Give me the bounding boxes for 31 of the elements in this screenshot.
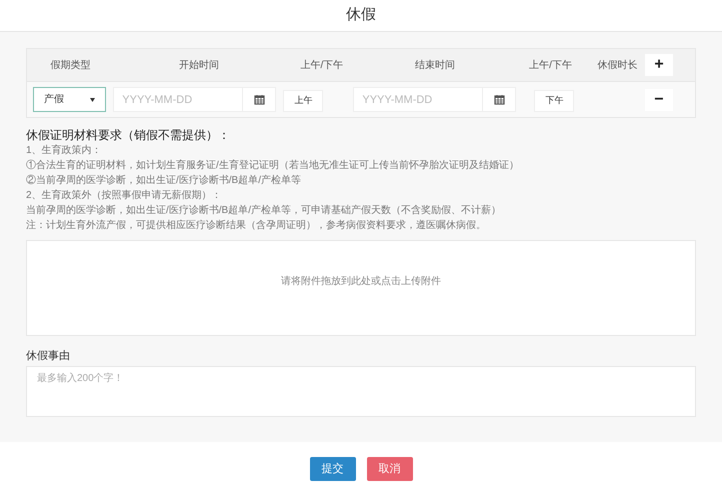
column-header: 结束时间 (414, 58, 456, 72)
column-header: 上午/下午 (299, 58, 344, 72)
period-button[interactable]: 下午 (534, 90, 574, 112)
requirement-text: 2、生育政策外（按照事假申请无薪假期）： (26, 188, 223, 203)
reason-field[interactable]: 最多输入200个字！ (26, 366, 696, 417)
leave-type-select[interactable]: 产假 (33, 87, 106, 112)
calendar-icon (494, 94, 505, 105)
submit-button[interactable]: 提交 (310, 457, 356, 481)
dropdown-caret-icon (90, 98, 95, 102)
column-header: 开始时间 (178, 58, 220, 72)
date-input[interactable]: YYYY-MM-DD (113, 87, 244, 112)
period-button[interactable]: 上午 (283, 90, 324, 112)
upload-hint: 请将附件拖放到此处或点击上传附件 (281, 274, 441, 288)
calendar-icon (254, 94, 265, 105)
add-row-button[interactable]: + (645, 54, 673, 76)
requirement-text: 1、生育政策内： (26, 144, 103, 158)
requirement-text: 注：计划生育外流产假，可提供相应医疗诊断结果（含孕周证明），参考病假资料要求，遵医嘱休病假。 (26, 218, 487, 233)
requirement-text: ①合法生育的证明材料，如计划生育服务证/生育登记证明（若当地无准生证可上传当前怀孕胎次证明及结婚证） (26, 158, 520, 173)
upload-drop-area[interactable]: 请将附件拖放到此处或点击上传附件 (26, 240, 696, 336)
reason-label: 休假事由 (26, 349, 71, 364)
requirements-heading: 休假证明材料要求（销假不需提供）： (26, 127, 231, 143)
requirement-text: ②当前孕周的医学诊断，如出生证/医疗诊断书/B超单/产检单等 (26, 174, 302, 188)
calendar-button[interactable] (483, 87, 516, 112)
calendar-button[interactable] (243, 87, 276, 112)
remove-row-button[interactable]: − (644, 88, 673, 110)
column-header: 上午/下午 (528, 58, 573, 72)
requirement-text: 当前孕周的医学诊断，如出生证/医疗诊断书/B超单/产检单等，可申请基础产假天数（不含奖励假、不计薪） (26, 204, 502, 218)
column-header: 休假时长 (596, 58, 639, 72)
dialog-title: 休假 (346, 5, 376, 26)
date-input[interactable]: YYYY-MM-DD (353, 87, 484, 112)
column-header: 假期类型 (49, 58, 92, 72)
